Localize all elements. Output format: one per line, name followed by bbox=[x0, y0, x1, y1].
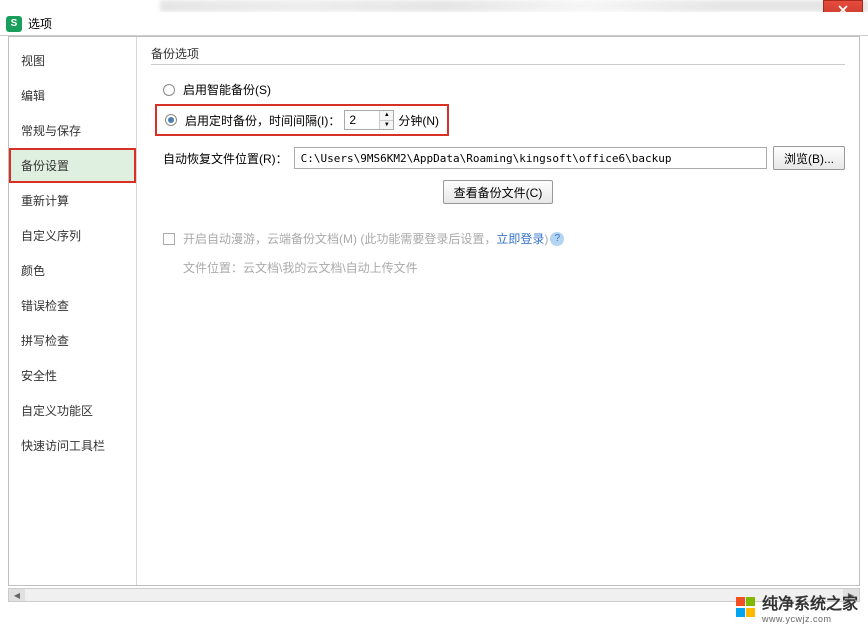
interval-input[interactable] bbox=[345, 111, 379, 129]
smart-backup-label: 启用智能备份(S) bbox=[183, 81, 271, 98]
window-title: 选项 bbox=[28, 15, 52, 32]
smart-backup-row: 启用智能备份(S) bbox=[151, 77, 845, 102]
recovery-path-row: 自动恢复文件位置(R)： 浏览(B)... bbox=[151, 142, 845, 174]
scroll-track[interactable] bbox=[25, 589, 843, 601]
smart-backup-radio[interactable] bbox=[163, 84, 175, 96]
interval-unit: 分钟(N) bbox=[398, 112, 439, 129]
sidebar-item-color[interactable]: 颜色 bbox=[9, 253, 136, 288]
spinner-down-icon[interactable]: ▼ bbox=[380, 121, 393, 130]
spinner-buttons: ▲ ▼ bbox=[379, 111, 393, 129]
sidebar-item-edit[interactable]: 编辑 bbox=[9, 78, 136, 113]
title-bar: S 选项 bbox=[0, 12, 868, 36]
sidebar-item-security[interactable]: 安全性 bbox=[9, 358, 136, 393]
watermark-logo-icon bbox=[736, 597, 756, 617]
options-window: 视图 编辑 常规与保存 备份设置 重新计算 自定义序列 颜色 错误检查 拼写检查… bbox=[8, 36, 860, 586]
sidebar-item-view[interactable]: 视图 bbox=[9, 43, 136, 78]
cloud-location-label: 文件位置：云文档\我的云文档\自动上传文件 bbox=[151, 251, 845, 280]
help-icon[interactable]: ? bbox=[550, 232, 564, 246]
cloud-roaming-row: 开启自动漫游，云端备份文档(M) (此功能需要登录后设置， 立即登录 ) ? bbox=[151, 226, 845, 251]
recovery-path-input[interactable] bbox=[294, 147, 767, 169]
watermark-text: 纯净系统之家 bbox=[762, 596, 858, 613]
sidebar-item-qat[interactable]: 快速访问工具栏 bbox=[9, 428, 136, 463]
sidebar-item-custom-ribbon[interactable]: 自定义功能区 bbox=[9, 393, 136, 428]
watermark: 纯净系统之家 www.ycwjz.com bbox=[736, 590, 858, 624]
background-blur bbox=[160, 0, 868, 12]
view-backup-row: 查看备份文件(C) bbox=[151, 174, 845, 218]
cloud-roaming-checkbox[interactable] bbox=[163, 233, 175, 245]
cloud-roaming-suffix: ) bbox=[544, 232, 548, 246]
sidebar-item-backup[interactable]: 备份设置 bbox=[9, 148, 136, 183]
login-link[interactable]: 立即登录 bbox=[496, 230, 544, 247]
sidebar-item-general-save[interactable]: 常规与保存 bbox=[9, 113, 136, 148]
sidebar-item-custom-list[interactable]: 自定义序列 bbox=[9, 218, 136, 253]
view-backup-button[interactable]: 查看备份文件(C) bbox=[443, 180, 554, 204]
section-title: 备份选项 bbox=[151, 45, 845, 65]
sidebar-item-spell-check[interactable]: 拼写检查 bbox=[9, 323, 136, 358]
sidebar-item-error-check[interactable]: 错误检查 bbox=[9, 288, 136, 323]
horizontal-scrollbar[interactable]: ◀ ▶ bbox=[8, 588, 860, 602]
spinner-up-icon[interactable]: ▲ bbox=[380, 111, 393, 121]
watermark-url: www.ycwjz.com bbox=[762, 614, 858, 624]
app-icon: S bbox=[6, 16, 22, 32]
content-pane: 备份选项 启用智能备份(S) 启用定时备份，时间间隔(I)： ▲ ▼ 分钟(N)… bbox=[137, 37, 859, 585]
browse-button[interactable]: 浏览(B)... bbox=[773, 146, 845, 170]
timed-backup-radio[interactable] bbox=[165, 114, 177, 126]
scroll-left-icon[interactable]: ◀ bbox=[9, 589, 25, 601]
sidebar-item-recalc[interactable]: 重新计算 bbox=[9, 183, 136, 218]
recovery-path-label: 自动恢复文件位置(R)： bbox=[163, 150, 288, 167]
interval-spinner: ▲ ▼ bbox=[344, 110, 394, 130]
sidebar: 视图 编辑 常规与保存 备份设置 重新计算 自定义序列 颜色 错误检查 拼写检查… bbox=[9, 37, 137, 585]
cloud-roaming-label: 开启自动漫游，云端备份文档(M) (此功能需要登录后设置， bbox=[183, 230, 496, 247]
timed-backup-label: 启用定时备份，时间间隔(I)： bbox=[185, 112, 340, 129]
timed-backup-highlight: 启用定时备份，时间间隔(I)： ▲ ▼ 分钟(N) bbox=[155, 104, 449, 136]
